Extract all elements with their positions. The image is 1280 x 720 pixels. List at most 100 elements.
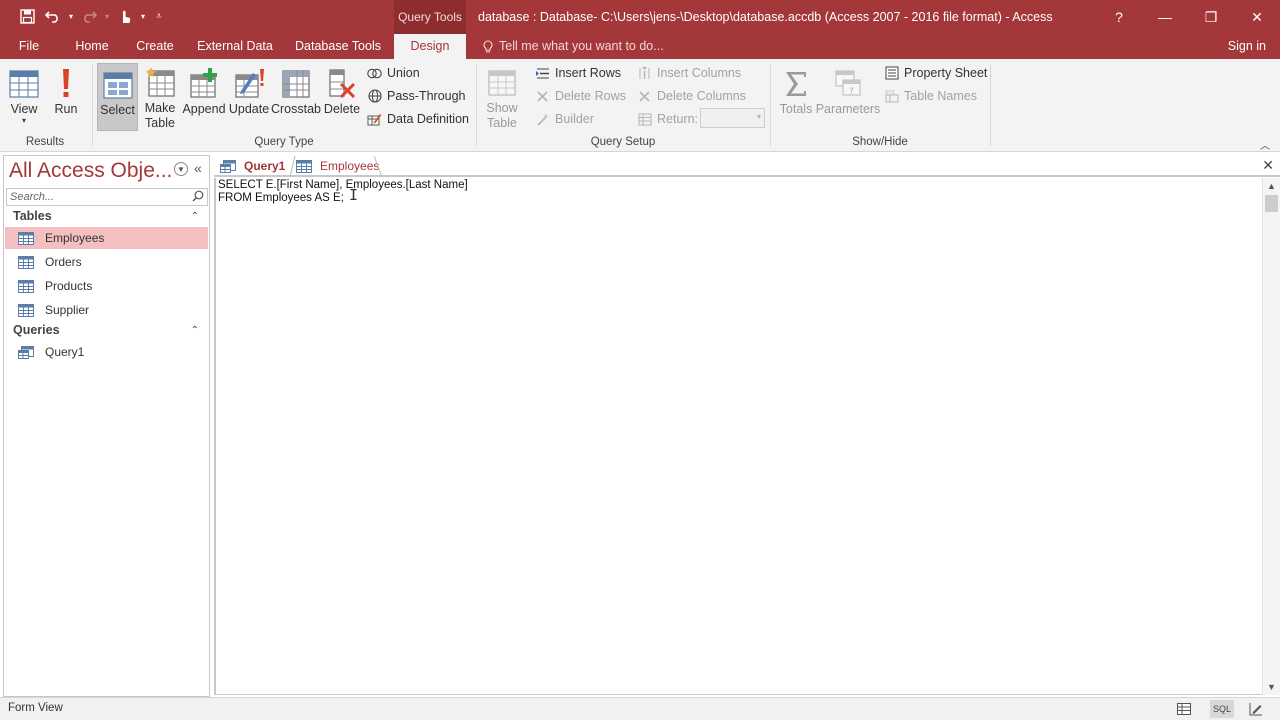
group-divider [476, 64, 477, 146]
tell-me-box[interactable]: Tell me what you want to do... [483, 34, 664, 59]
minimize-button[interactable]: — [1142, 0, 1188, 34]
undo-dropdown-icon[interactable]: ▾ [66, 2, 76, 30]
delete-columns-button[interactable]: Delete Columns [637, 86, 746, 106]
delete-columns-icon [637, 89, 652, 104]
nav-search-placeholder: Search... [10, 191, 55, 203]
doc-tab-label: Employees [320, 159, 380, 173]
table-names-icon: XYZ [884, 89, 899, 104]
globe-icon [367, 89, 382, 104]
scroll-up-icon[interactable]: ▲ [1267, 181, 1276, 191]
table-names-button[interactable]: XYZ Table Names [884, 86, 977, 106]
doc-tab-label: Query1 [244, 159, 286, 173]
sql-editor[interactable]: SELECT E.[First Name], Employees.[Last N… [214, 178, 1262, 695]
touch-mode-icon[interactable] [112, 2, 138, 30]
datasheet-view-icon[interactable] [1173, 700, 1195, 718]
tab-design[interactable]: Design [394, 34, 466, 59]
delete-query-button[interactable]: Delete [322, 63, 362, 131]
parameters-button[interactable]: ? Parameters [815, 63, 881, 131]
vertical-scrollbar[interactable]: ▲ ▼ [1262, 178, 1280, 695]
sql-line: SELECT E.[First Name], Employees.[Last N… [218, 179, 468, 191]
builder-button[interactable]: Builder [535, 109, 594, 129]
close-button[interactable]: ✕ [1234, 0, 1280, 34]
doc-tab-query1[interactable]: Query1 [220, 156, 290, 176]
select-query-button[interactable]: Select [97, 63, 138, 131]
data-definition-icon [367, 112, 382, 127]
nav-menu-dropdown-icon[interactable]: ▼ [174, 162, 188, 176]
totals-button[interactable]: Totals [776, 63, 816, 131]
touch-mode-dropdown-icon[interactable]: ▾ [138, 2, 148, 30]
status-bar: Form View SQL [0, 697, 1280, 720]
insert-columns-label: Insert Columns [657, 66, 742, 80]
query-setup-group-label: Query Setup [590, 136, 656, 148]
undo-icon[interactable] [40, 2, 66, 30]
property-sheet-button[interactable]: Property Sheet [884, 63, 987, 83]
insert-columns-icon [637, 66, 652, 81]
collapse-queries-icon[interactable]: ⌃ [191, 325, 199, 336]
nav-search-input[interactable]: Search... [6, 188, 208, 206]
collapse-ribbon-icon[interactable]: ︿ [1260, 137, 1270, 152]
append-button[interactable]: Append [182, 63, 226, 131]
nav-item-query[interactable]: Query1 [5, 341, 208, 363]
tab-divider [373, 155, 384, 178]
insert-rows-button[interactable]: Insert Rows [535, 63, 621, 83]
scroll-thumb[interactable] [1265, 195, 1278, 212]
tab-database-tools[interactable]: Database Tools [290, 34, 386, 59]
sql-view-button[interactable]: SQL [1210, 700, 1234, 718]
status-text: Form View [8, 702, 63, 714]
show-table-label: Show Table [486, 101, 518, 130]
scroll-down-icon[interactable]: ▼ [1267, 682, 1276, 692]
return-icon [637, 112, 652, 127]
redo-dropdown-icon[interactable]: ▾ [102, 2, 112, 30]
query-icon [18, 345, 34, 359]
tab-external-data[interactable]: External Data [193, 34, 277, 59]
results-group-label: Results [25, 136, 65, 148]
customize-qat-icon[interactable]: ⩡ [148, 2, 170, 30]
close-document-icon[interactable]: ✕ [1262, 157, 1274, 174]
save-icon[interactable] [14, 2, 40, 30]
nav-item-table[interactable]: Products [5, 275, 208, 297]
query-tools-context-label: Query Tools [394, 0, 466, 34]
view-button[interactable]: View ▾ [6, 63, 42, 131]
nav-item-table[interactable]: Supplier [5, 299, 208, 321]
nav-category-queries[interactable]: Queries [13, 323, 60, 337]
delete-rows-button[interactable]: Delete Rows [535, 86, 626, 106]
crosstab-button[interactable]: Crosstab [271, 63, 321, 131]
data-definition-button[interactable]: Data Definition [367, 109, 469, 129]
update-button[interactable]: Update [228, 63, 270, 131]
tab-home[interactable]: Home [66, 34, 118, 59]
nav-category-tables[interactable]: Tables [13, 209, 52, 223]
make-table-button[interactable]: Make Table [141, 63, 179, 131]
nav-item-table[interactable]: Orders [5, 251, 208, 273]
union-button[interactable]: Union [367, 63, 420, 83]
pass-through-button[interactable]: Pass-Through [367, 86, 466, 106]
sql-line: FROM Employees AS E; [218, 192, 344, 204]
collapse-tables-icon[interactable]: ⌃ [191, 211, 199, 222]
union-label: Union [387, 66, 420, 80]
property-sheet-label: Property Sheet [904, 66, 988, 80]
redo-icon[interactable] [76, 2, 102, 30]
builder-label: Builder [555, 112, 594, 126]
shutter-bar-close-icon[interactable]: « [194, 160, 202, 176]
search-icon[interactable] [192, 190, 204, 207]
return-combo[interactable]: ▾ [700, 108, 765, 128]
doc-tab-employees[interactable]: Employees [296, 156, 382, 176]
append-icon [187, 63, 221, 99]
update-icon [232, 63, 266, 99]
help-button[interactable]: ? [1096, 0, 1142, 34]
delete-rows-label: Delete Rows [555, 89, 626, 103]
title-bar: ▾ ▾ ▾ ⩡ Query Tools database : Database-… [0, 0, 1280, 34]
view-dropdown-icon: ▾ [21, 116, 26, 125]
tab-file[interactable]: File [8, 34, 50, 59]
insert-rows-icon [535, 66, 550, 81]
insert-columns-button[interactable]: Insert Columns [637, 63, 741, 83]
delete-query-icon [325, 63, 359, 99]
parameters-label: Parameters [815, 102, 881, 116]
sign-in-link[interactable]: Sign in [1228, 34, 1266, 59]
run-button[interactable]: Run [50, 63, 82, 131]
nav-item-table[interactable]: Employees [5, 227, 208, 249]
nav-pane-title[interactable]: All Access Obje... [9, 159, 172, 183]
tab-create[interactable]: Create [130, 34, 180, 59]
design-view-icon[interactable] [1245, 700, 1267, 718]
restore-button[interactable]: ❐ [1188, 0, 1234, 34]
show-table-button[interactable]: Show Table [482, 63, 522, 131]
